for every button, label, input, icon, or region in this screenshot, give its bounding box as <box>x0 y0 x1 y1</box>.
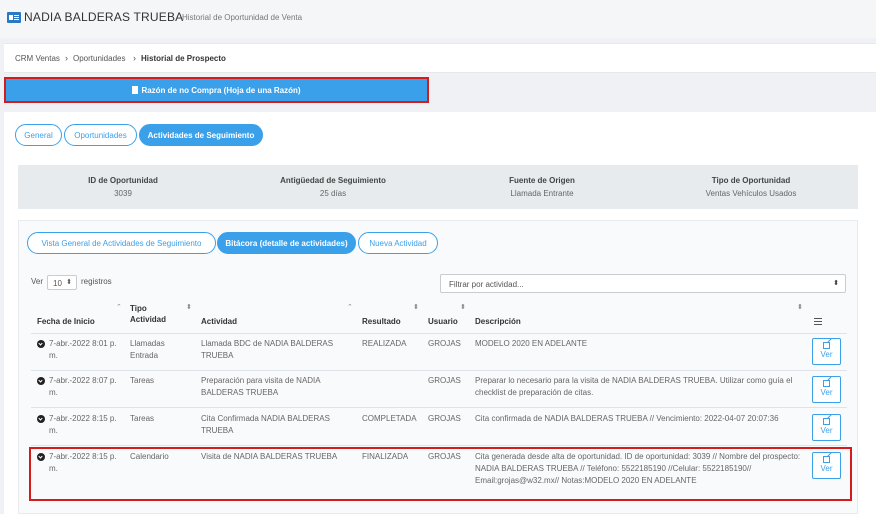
breadcrumb-crm-ventas[interactable]: CRM Ventas <box>15 54 60 63</box>
highlight-box <box>29 447 852 501</box>
tab-oportunidades[interactable]: Oportunidades <box>64 124 137 146</box>
page-subtitle: Historial de Oportunidad de Venta <box>182 13 303 22</box>
row-divider <box>31 370 847 371</box>
no-purchase-reason-button[interactable]: Razón de no Compra (Hoja de una Razón) <box>4 77 429 103</box>
view-button[interactable]: Ver <box>812 338 841 365</box>
summary-id: ID de Oportunidad 3039 <box>88 176 158 198</box>
activities-card: Vista General de Actividades de Seguimie… <box>18 220 858 514</box>
sort-icon[interactable]: ⬍ <box>186 303 192 311</box>
no-purchase-reason-label: Razón de no Compra (Hoja de una Razón) <box>141 85 301 95</box>
tab-nueva-actividad[interactable]: Nueva Actividad <box>358 232 438 254</box>
breadcrumb-oportunidades[interactable]: Oportunidades <box>73 54 125 63</box>
expand-row-icon[interactable] <box>37 415 45 423</box>
prospect-name: NADIA BALDERAS TRUEBA <box>24 10 184 24</box>
row-divider <box>31 407 847 408</box>
opportunity-summary: ID de Oportunidad 3039 Antigüedad de Seg… <box>18 165 858 209</box>
expand-row-icon[interactable] <box>37 340 45 348</box>
summary-tipo: Tipo de Oportunidad Ventas Vehículos Usa… <box>705 176 797 198</box>
document-icon <box>132 86 139 94</box>
sort-icon[interactable]: ⬍ <box>460 303 466 311</box>
column-settings-icon[interactable] <box>814 318 822 325</box>
header-divider <box>31 333 847 334</box>
page-size-suffix: registros <box>81 277 112 286</box>
summary-antiguedad: Antigüedad de Seguimiento 25 días <box>280 176 386 198</box>
id-card-icon <box>7 12 21 23</box>
breadcrumb-current: Historial de Prospecto <box>141 54 226 63</box>
summary-fuente: Fuente de Origen Llamada Entrante <box>509 176 575 198</box>
sort-asc-icon[interactable]: ⌃ <box>116 303 122 311</box>
breadcrumb-separator-icon: › <box>65 53 68 63</box>
tab-bitacora[interactable]: Bitácora (detalle de actividades) <box>217 232 356 254</box>
updown-icon: ⬍ <box>833 280 839 287</box>
sort-icon[interactable]: ⬍ <box>413 303 419 311</box>
view-button[interactable]: Ver <box>812 414 841 441</box>
column-descripcion[interactable]: Descripción <box>475 316 521 327</box>
external-link-icon <box>823 418 830 425</box>
column-tipo-actividad[interactable]: Tipo Actividad <box>130 303 166 325</box>
row-divider <box>31 445 847 446</box>
external-link-icon <box>823 380 830 387</box>
sort-icon[interactable]: ⬍ <box>797 303 803 311</box>
column-usuario[interactable]: Usuario <box>428 316 458 327</box>
external-link-icon <box>823 342 830 349</box>
page-size-prefix: Ver <box>31 277 44 286</box>
column-resultado[interactable]: Resultado <box>362 316 401 327</box>
expand-row-icon[interactable] <box>37 377 45 385</box>
tab-actividades-seguimiento[interactable]: Actividades de Seguimiento <box>139 124 263 146</box>
breadcrumb: CRM Ventas › Oportunidades › Historial d… <box>4 43 876 73</box>
tab-vista-general[interactable]: Vista General de Actividades de Seguimie… <box>27 232 216 254</box>
main-panel: General Oportunidades Actividades de Seg… <box>4 112 876 514</box>
column-fecha-inicio[interactable]: Fecha de Inicio <box>37 316 95 327</box>
page-header: NADIA BALDERAS TRUEBA Historial de Oport… <box>0 0 876 38</box>
view-button[interactable]: Ver <box>812 376 841 403</box>
activity-filter-select[interactable]: Filtrar por actividad... ⬍ <box>440 274 846 293</box>
sort-asc-icon[interactable]: ⌃ <box>347 303 353 311</box>
column-actividad[interactable]: Actividad <box>201 316 237 327</box>
page-size-select[interactable]: 10 ⬍ <box>47 275 77 290</box>
breadcrumb-separator-icon: › <box>133 53 136 63</box>
updown-icon: ⬍ <box>66 279 72 286</box>
tab-general[interactable]: General <box>15 124 62 146</box>
